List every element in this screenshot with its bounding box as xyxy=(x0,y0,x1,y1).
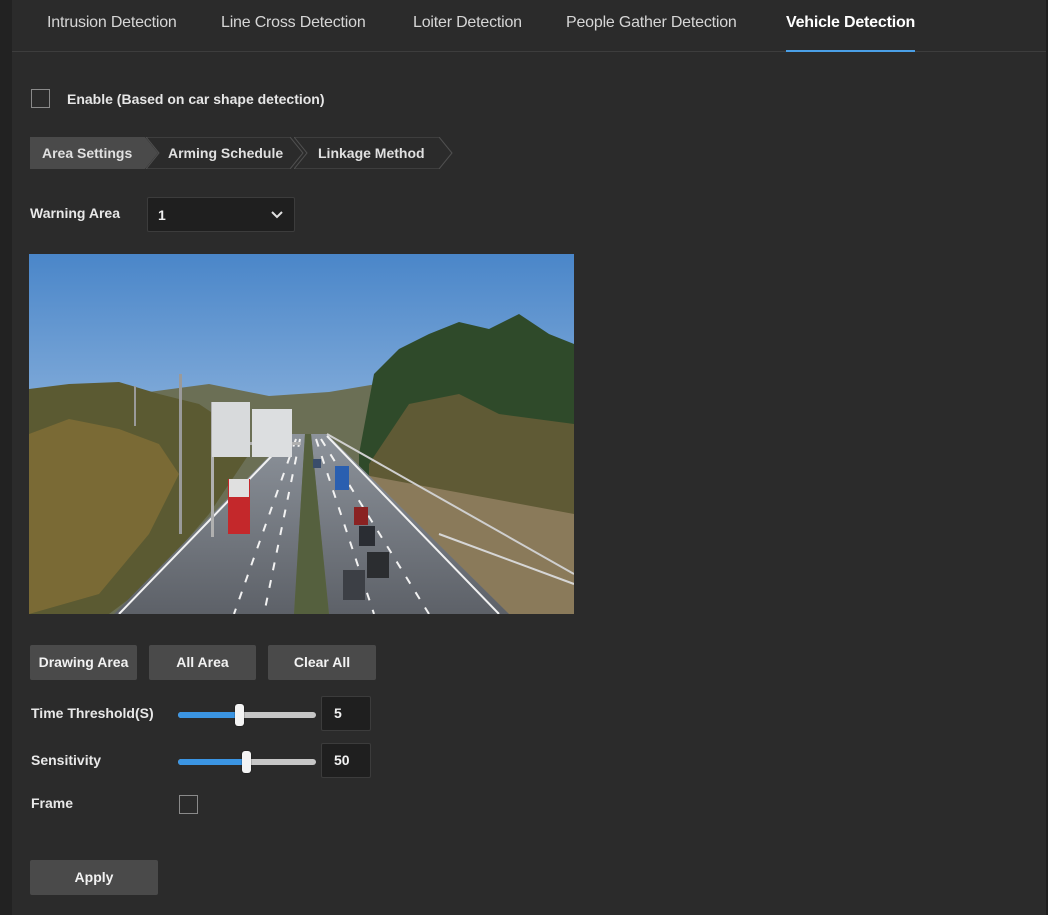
step-linkage-method-label: Linkage Method xyxy=(318,145,425,161)
step-linkage-method[interactable]: Linkage Method xyxy=(294,137,454,169)
time-threshold-fill xyxy=(178,712,240,718)
frame-checkbox[interactable] xyxy=(179,795,198,814)
apply-button[interactable]: Apply xyxy=(30,860,158,895)
step-area-settings[interactable]: Area Settings xyxy=(30,137,158,169)
sensitivity-input[interactable]: 50 xyxy=(321,743,371,778)
step-arming-schedule-label: Arming Schedule xyxy=(168,145,284,161)
enable-row: Enable (Based on car shape detection) xyxy=(31,89,325,108)
enable-label: Enable (Based on car shape detection) xyxy=(67,90,325,107)
camera-preview[interactable] xyxy=(29,254,574,614)
time-threshold-slider[interactable] xyxy=(178,703,316,727)
warning-area-select[interactable]: 1 xyxy=(147,197,295,232)
sensitivity-label: Sensitivity xyxy=(31,752,102,768)
left-edge-strip xyxy=(0,0,12,915)
sensitivity-slider[interactable] xyxy=(178,750,316,774)
tab-vehicle-detection[interactable]: Vehicle Detection xyxy=(786,14,915,52)
warning-area-value: 1 xyxy=(158,207,166,223)
sensitivity-fill xyxy=(178,759,247,765)
tab-people-gather-detection[interactable]: People Gather Detection xyxy=(566,14,737,50)
time-threshold-thumb[interactable] xyxy=(235,704,244,726)
chevron-down-icon xyxy=(271,211,283,219)
tab-loiter-detection[interactable]: Loiter Detection xyxy=(413,14,522,50)
enable-checkbox[interactable] xyxy=(31,89,50,108)
detection-tabs: Intrusion Detection Line Cross Detection… xyxy=(12,0,1046,52)
warning-area-label: Warning Area xyxy=(30,205,120,221)
tab-intrusion-detection[interactable]: Intrusion Detection xyxy=(47,14,177,50)
time-threshold-input[interactable]: 5 xyxy=(321,696,371,731)
all-area-button[interactable]: All Area xyxy=(149,645,256,680)
tab-line-cross-detection[interactable]: Line Cross Detection xyxy=(221,14,366,50)
step-arming-schedule[interactable]: Arming Schedule xyxy=(146,137,304,169)
highway-scene-image xyxy=(29,254,574,614)
drawing-area-button[interactable]: Drawing Area xyxy=(30,645,137,680)
sensitivity-thumb[interactable] xyxy=(242,751,251,773)
frame-label: Frame xyxy=(31,795,74,811)
step-area-settings-label: Area Settings xyxy=(42,145,133,161)
clear-all-button[interactable]: Clear All xyxy=(268,645,376,680)
time-threshold-label: Time Threshold(S) xyxy=(31,705,154,721)
